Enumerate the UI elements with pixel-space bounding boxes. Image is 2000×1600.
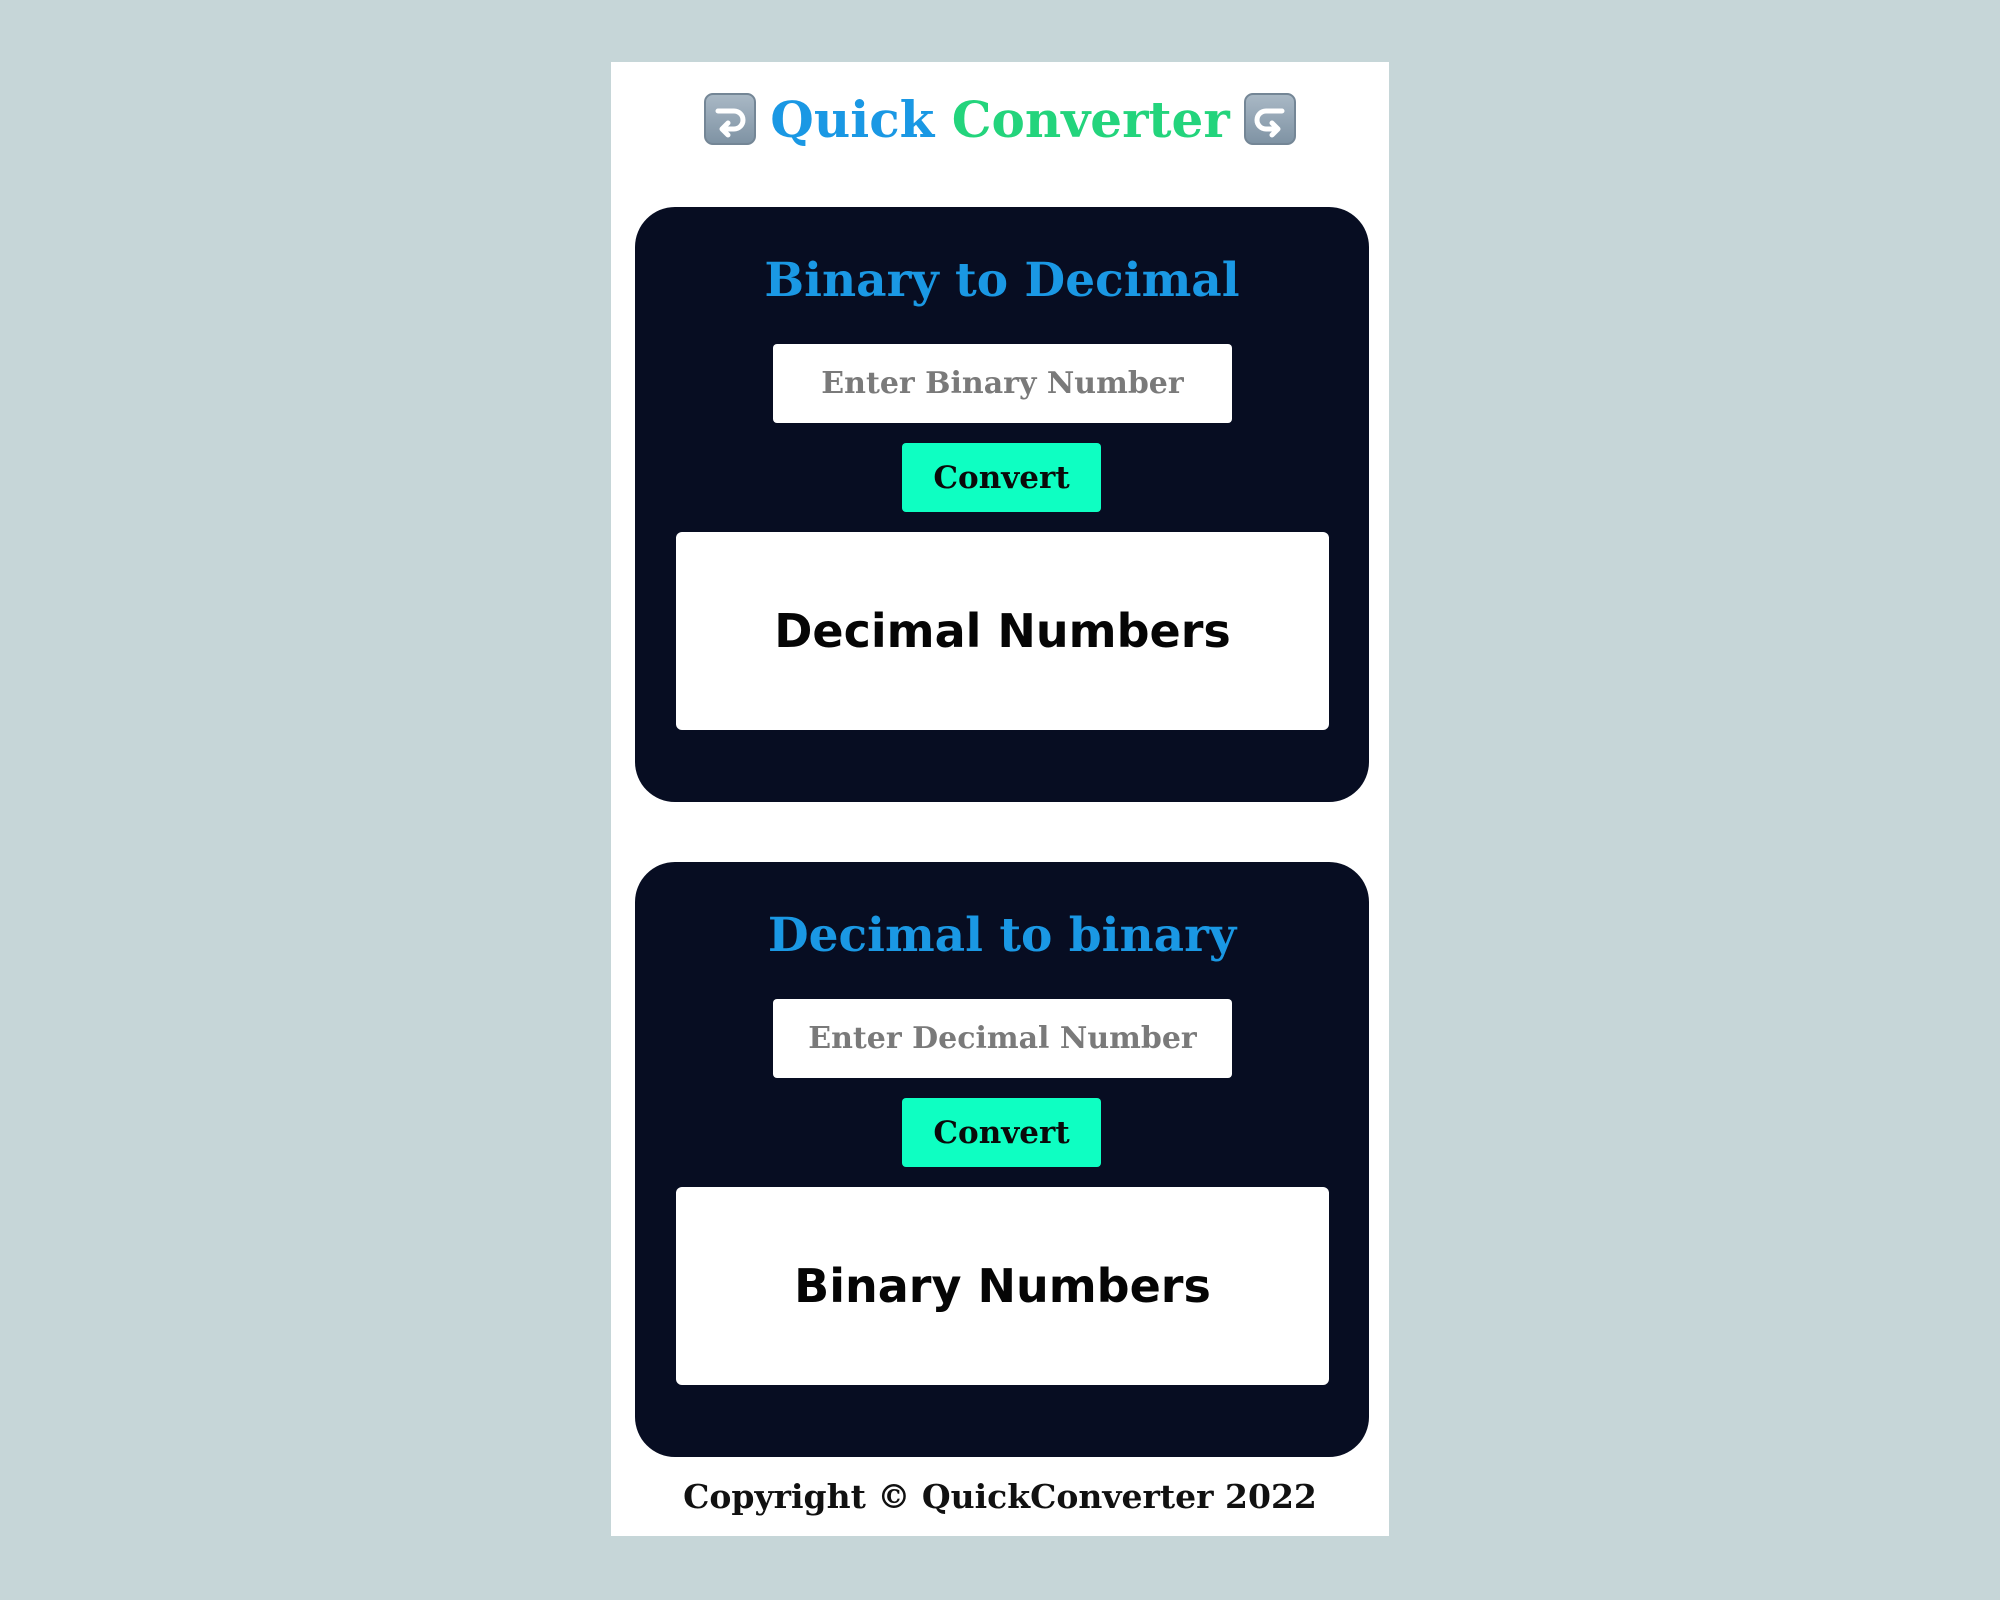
- right-arrow-curving-left-icon: [704, 93, 757, 145]
- title-word-converter: Converter: [951, 90, 1230, 149]
- title-word-quick: Quick: [770, 90, 935, 149]
- left-arrow-curving-right-icon: [1243, 93, 1296, 145]
- decimal-to-binary-card: Decimal to binary Convert Binary Numbers: [635, 862, 1369, 1457]
- binary-result-text: Binary Numbers: [794, 1259, 1211, 1313]
- binary-to-decimal-title: Binary to Decimal: [764, 253, 1240, 308]
- binary-to-decimal-card: Binary to Decimal Convert Decimal Number…: [635, 207, 1369, 802]
- footer-copyright: Copyright © QuickConverter 2022: [683, 1477, 1317, 1516]
- decimal-result-text: Decimal Numbers: [774, 604, 1231, 658]
- binary-result-box: Binary Numbers: [676, 1187, 1329, 1385]
- binary-number-input[interactable]: [773, 344, 1232, 423]
- binary-convert-button[interactable]: Convert: [902, 443, 1101, 512]
- decimal-convert-button[interactable]: Convert: [902, 1098, 1101, 1167]
- decimal-result-box: Decimal Numbers: [676, 532, 1329, 730]
- decimal-to-binary-title: Decimal to binary: [767, 908, 1237, 963]
- app-title: Quick Converter: [611, 80, 1389, 160]
- decimal-number-input[interactable]: [773, 999, 1232, 1078]
- converter-app: Quick Converter Binary to Decimal Conver…: [611, 62, 1389, 1536]
